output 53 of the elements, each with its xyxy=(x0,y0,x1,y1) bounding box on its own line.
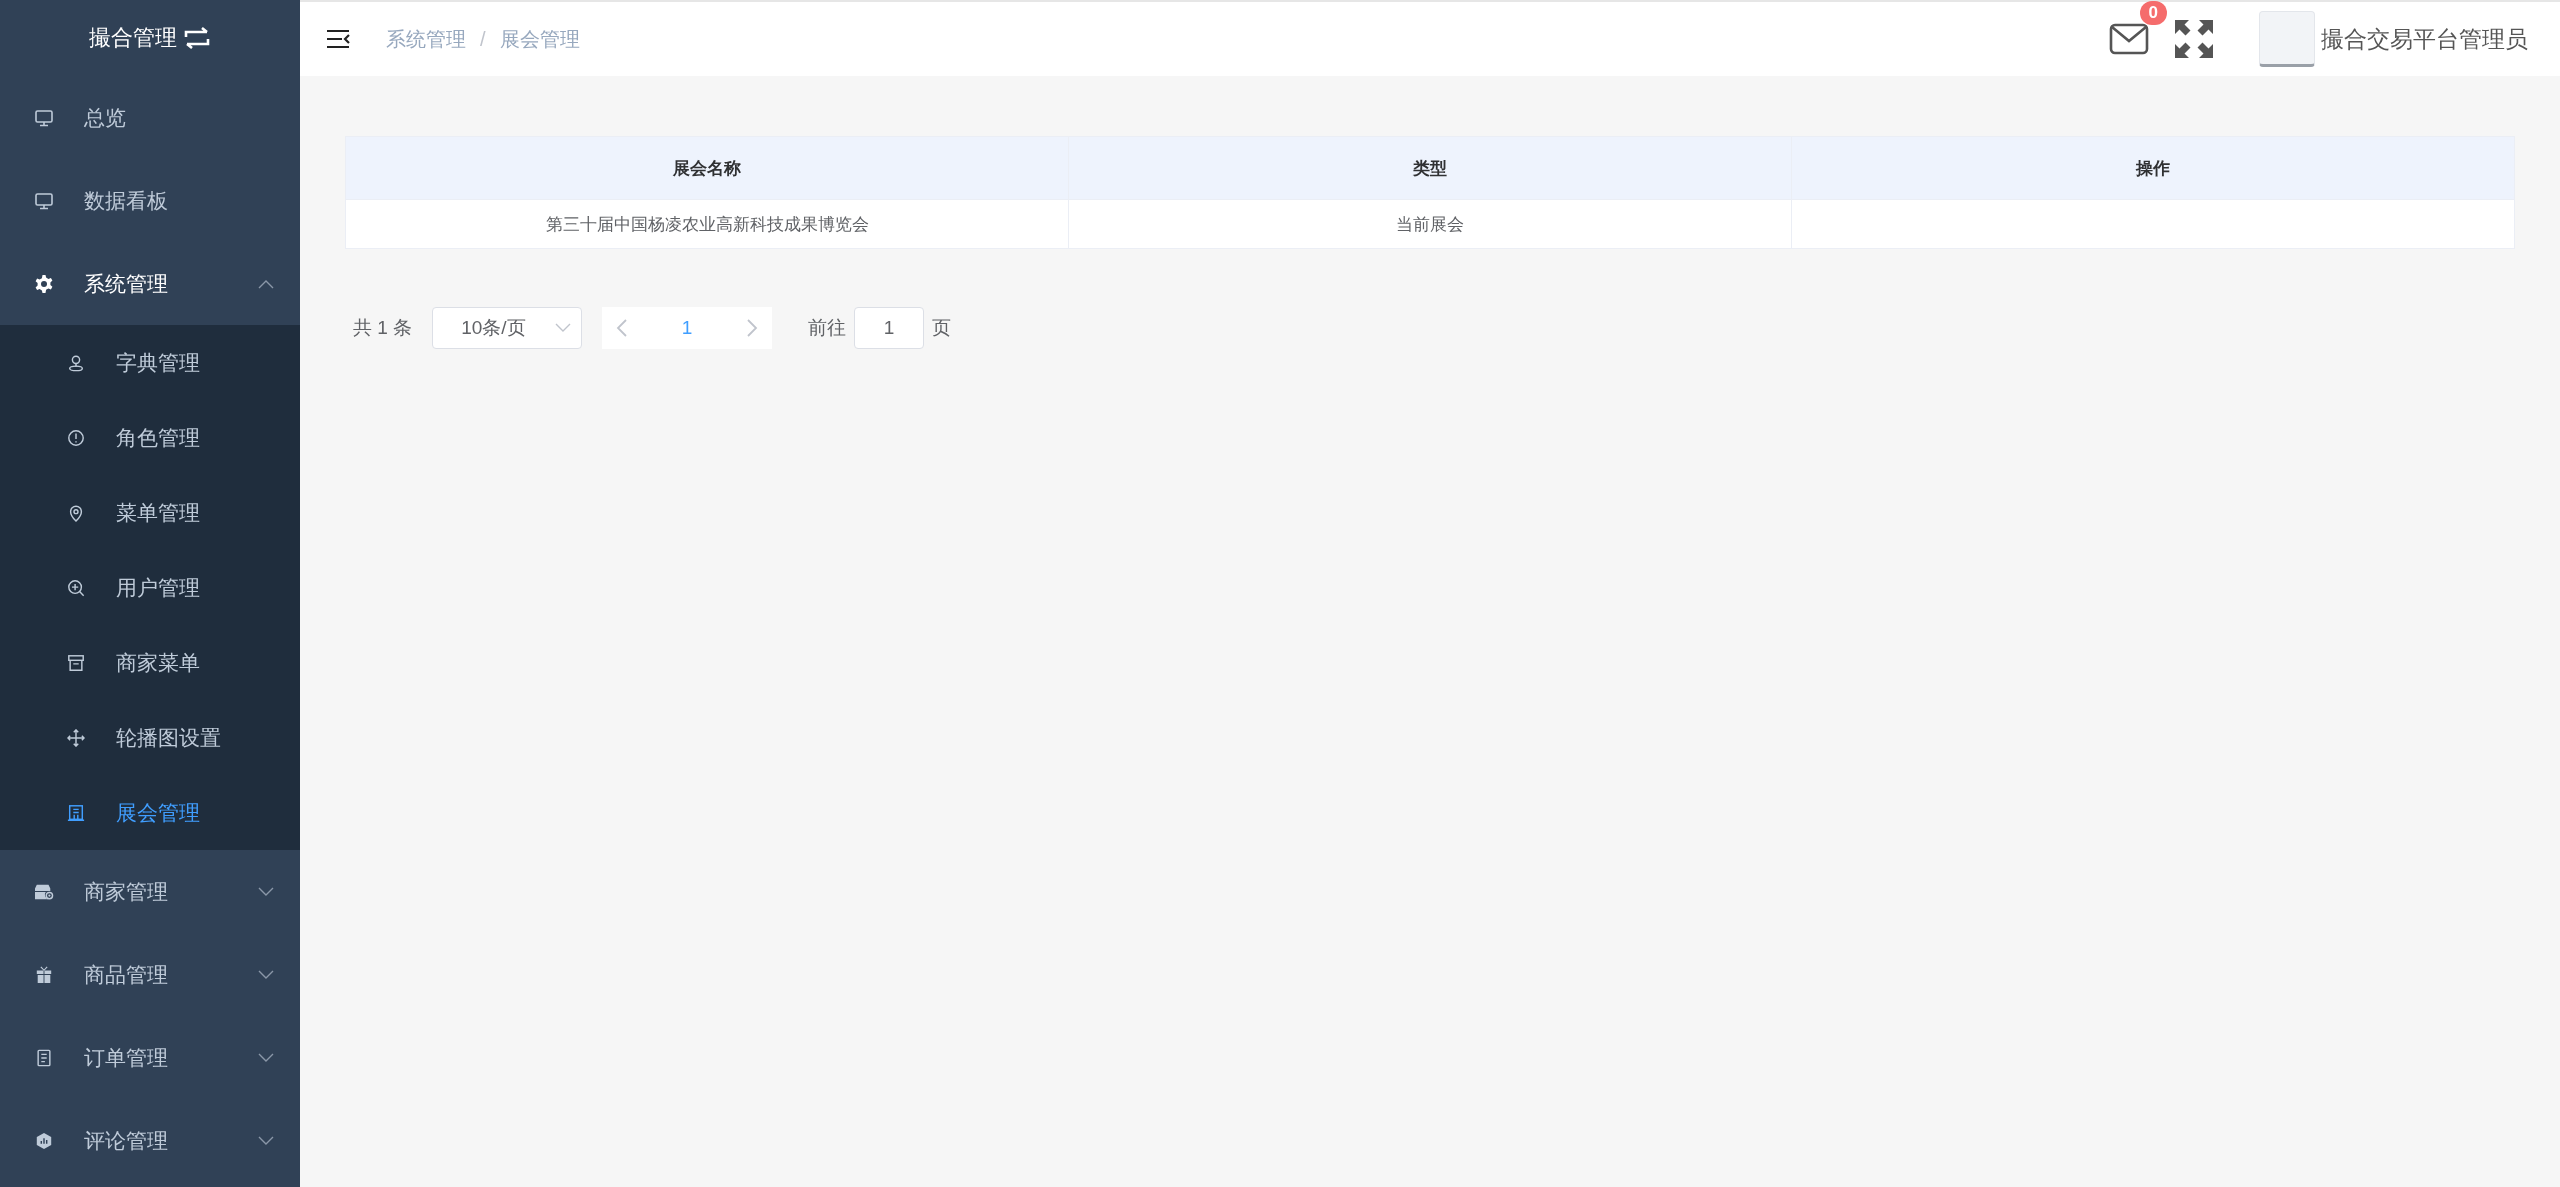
switch-arrows-icon[interactable] xyxy=(183,27,211,49)
move-arrows-icon xyxy=(67,728,85,747)
chevron-down-icon xyxy=(555,323,572,333)
chevron-down-icon xyxy=(258,886,274,897)
archive-box-icon xyxy=(67,653,85,672)
person-icon xyxy=(67,353,85,372)
submenu-item[interactable]: 轮播图设置 xyxy=(0,700,300,775)
submenu-item[interactable]: 商家菜单 xyxy=(0,625,300,700)
monitor-icon xyxy=(34,190,54,211)
gift-icon xyxy=(35,965,53,984)
chevron-up-icon xyxy=(258,278,274,289)
goto-page-field[interactable]: 1 xyxy=(854,307,925,349)
column-header: 操作 xyxy=(2136,158,2170,178)
location-pin-icon xyxy=(67,503,85,522)
page-size-select[interactable]: 10条/页 xyxy=(432,307,583,349)
app-title: 撮合管理 xyxy=(89,24,177,52)
column-header: 展会名称 xyxy=(673,158,741,178)
menu-item[interactable]: 评论管理 xyxy=(0,1099,300,1182)
submenu-item[interactable]: 菜单管理 xyxy=(0,475,300,550)
alert-icon xyxy=(67,428,85,447)
shop-icon xyxy=(34,882,54,901)
mail-icon[interactable] xyxy=(2109,23,2149,55)
chevron-down-icon xyxy=(258,1135,274,1146)
menu-item[interactable]: 订单管理 xyxy=(0,1016,300,1099)
document-icon xyxy=(35,1048,53,1067)
chart-icon xyxy=(35,1131,53,1150)
user-name[interactable]: 撮合交易平台管理员 xyxy=(2321,23,2528,55)
submenu-item[interactable]: 字典管理 xyxy=(0,325,300,400)
page-unit-label: 页 xyxy=(932,316,952,340)
chevron-down-icon xyxy=(258,969,274,980)
fullscreen-icon[interactable] xyxy=(2173,18,2215,60)
goto-label: 前往 xyxy=(808,316,847,340)
table-cell: 当前展会 xyxy=(1396,214,1464,234)
column-header: 类型 xyxy=(1413,158,1447,178)
menu-item[interactable]: 数据看板 xyxy=(0,159,300,242)
menu-item[interactable]: 商品管理 xyxy=(0,933,300,1016)
submenu-item[interactable]: 角色管理 xyxy=(0,400,300,475)
menu-item[interactable]: 系统管理 xyxy=(0,242,300,325)
menu-item[interactable]: 商家管理 xyxy=(0,850,300,933)
breadcrumb-item: 展会管理 xyxy=(499,26,580,52)
zoom-in-icon xyxy=(67,578,85,597)
table-cell: 第三十届中国杨凌农业高新科技成果博览会 xyxy=(545,214,869,234)
menu-item[interactable]: 总览 xyxy=(0,76,300,159)
total-count: 共 1 条 xyxy=(353,316,413,340)
submenu-item[interactable]: 展会管理 xyxy=(0,775,300,850)
building-icon xyxy=(67,803,85,822)
submenu-item[interactable]: 用户管理 xyxy=(0,550,300,625)
menu-icon[interactable] xyxy=(326,29,350,49)
breadcrumb-separator: / xyxy=(480,27,486,51)
settings-icon xyxy=(34,273,54,294)
chevron-down-icon xyxy=(258,1052,274,1063)
monitor-icon xyxy=(34,107,54,128)
message-count-badge: 0 xyxy=(2139,1,2167,25)
